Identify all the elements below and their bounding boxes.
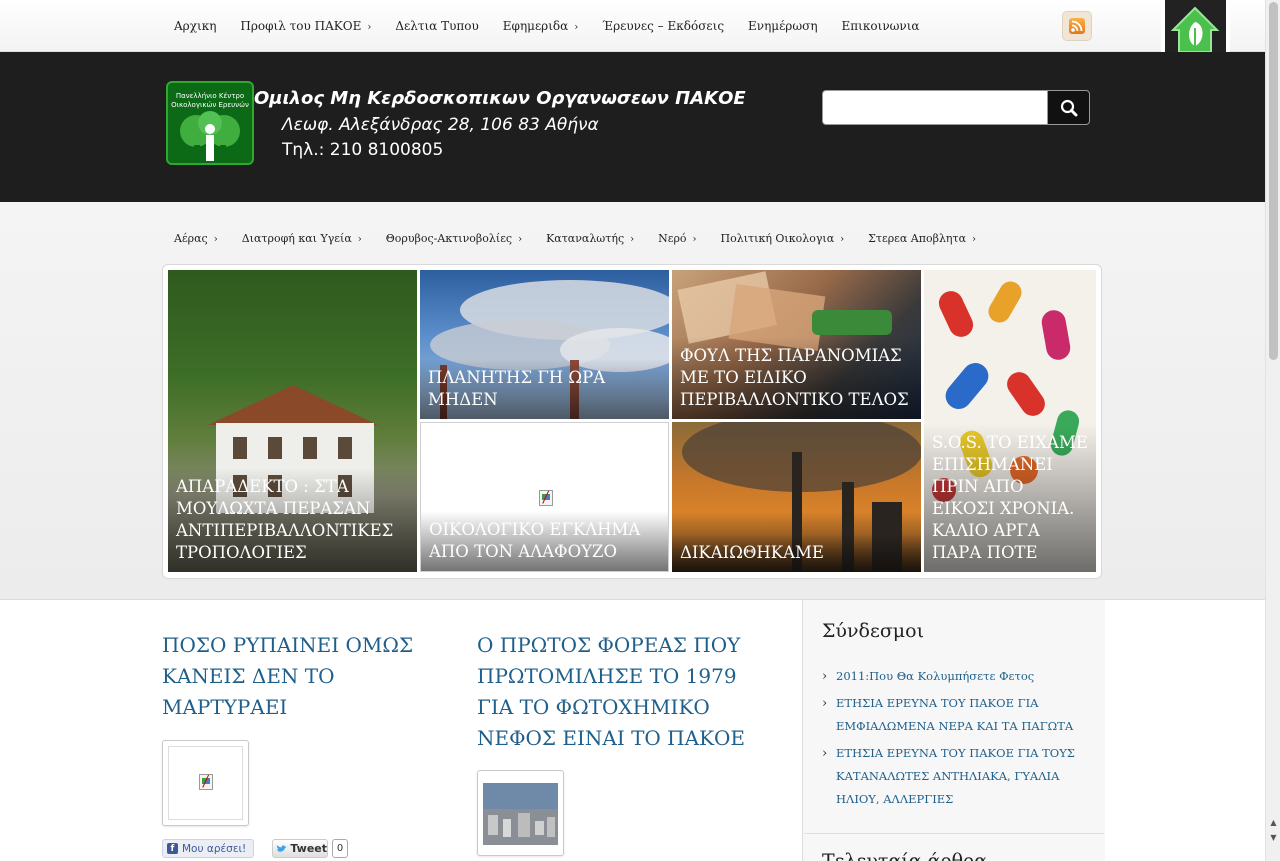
category-nutrition-health[interactable]: Διατροφή και Υγεία › — [230, 232, 374, 245]
vertical-scrollbar[interactable]: ▲ ▼ — [1265, 0, 1280, 861]
post-title-link[interactable]: ΠΟΣΟ ΡΥΠΑΙΝΕΙ ΟΜΩΣ ΚΑΝΕΙΣ ΔΕΝ ΤΟ ΜΑΡΤΥΡΑ… — [162, 630, 422, 723]
site-address: Λεωφ. Αλεξάνδρας 28, 106 83 Αθήνα — [282, 115, 599, 135]
category-consumer[interactable]: Καταναλωτής › — [534, 232, 646, 245]
featured-tile[interactable]: ΦΟΥΛ ΤΗΣ ΠΑΡΑΝΟΜΙΑΣ ΜΕ ΤΟ ΕΙΔΙΚΟ ΠΕΡΙΒΑΛ… — [672, 270, 921, 419]
top-navigation-bar: Αρχικη Προφιλ του ΠΑΚΟΕ › Δελτια Τυπου Εφ… — [0, 0, 1265, 52]
rss-feed-button[interactable] — [1062, 11, 1092, 41]
top-nav-item-home[interactable]: Αρχικη — [162, 19, 228, 33]
featured-tile[interactable]: ΟΙΚΟΛΟΓΙΚΟ ΕΓΚΛΗΜΑ ΑΠΟ ΤΟΝ ΑΛΑΦΟΥΖΟ — [420, 422, 669, 572]
sidebar-link[interactable]: ΕΤΗΣΙΑ ΕΡΕΥΝΑ ΤΟΥ ΠΑΚΟΕ ΓΙΑ ΕΜΦΙΑΛΩΜΕΝΑ … — [822, 692, 1102, 738]
chevron-right-icon: › — [692, 233, 697, 245]
top-nav-item-profile[interactable]: Προφιλ του ΠΑΚΟΕ › — [228, 19, 383, 33]
site-logo[interactable]: Πανελλήνιο Κέντρο Οικολογικών Ερευνών — [166, 81, 254, 165]
search-button[interactable] — [1047, 90, 1090, 125]
scroll-down-arrow-icon[interactable]: ▼ — [1266, 831, 1280, 845]
twitter-bird-icon — [276, 844, 287, 852]
category-nav: Αέρας › Διατροφή και Υγεία › Θορυβος-Ακτιν… — [162, 228, 988, 248]
chevron-right-icon: › — [367, 22, 372, 33]
search-icon — [1060, 99, 1077, 116]
featured-tile[interactable]: ΑΠΑΡΑΔΕΚΤΟ : ΣΤΑ ΜΟΥΛΩΧΤΑ ΠΕΡΑΣΑΝ ΑΝΤΙΠΕ… — [168, 270, 417, 572]
top-nav-item-research[interactable]: Έρευνες – Εκδόσεις — [590, 19, 736, 33]
featured-caption: ΠΛΑΝΗΤΗΣ ΓΗ ΩΡΑ ΜΗΔΕΝ — [420, 359, 669, 419]
sidebar-title: Σύνδεσμοι — [822, 620, 925, 642]
chevron-right-icon: › — [357, 233, 362, 245]
featured-tile[interactable]: ΔΙΚΑΙΩΘΗΚΑΜΕ — [672, 422, 921, 572]
top-nav-menu: Αρχικη Προφιλ του ΠΑΚΟΕ › Δελτια Τυπου Εφ… — [162, 0, 932, 52]
search-input[interactable] — [822, 90, 1048, 125]
facebook-like-button[interactable]: f Μου αρέσει! — [162, 839, 254, 858]
sidebar-link[interactable]: ΕΤΗΣΙΑ ΕΡΕΥΝΑ ΤΟΥ ΠΑΚΟΕ ΓΙΑ ΤΟΥΣ ΚΑΤΑΝΑΛ… — [822, 742, 1102, 811]
chevron-right-icon: › — [840, 233, 845, 245]
chevron-right-icon: › — [630, 233, 635, 245]
top-nav-item-newspaper[interactable]: Εφημεριδα › — [491, 19, 590, 33]
featured-caption: ΦΟΥΛ ΤΗΣ ΠΑΡΑΝΟΜΙΑΣ ΜΕ ΤΟ ΕΙΔΙΚΟ ΠΕΡΙΒΑΛ… — [672, 337, 921, 419]
home-leaf-icon — [1171, 6, 1220, 53]
tweet-count: 0 — [332, 839, 348, 858]
category-noise-radiation[interactable]: Θορυβος-Ακτινοβολίες › — [374, 232, 534, 245]
site-phone: Τηλ.: 210 8100805 — [282, 140, 444, 160]
featured-tile[interactable]: S.O.S. ΤΟ ΕΙΧΑΜΕ ΕΠΙΣΗΜΑΝΕΙ ΠΡΙΝ ΑΠΟ ΕΙΚ… — [924, 270, 1096, 572]
featured-tile[interactable]: ΠΛΑΝΗΤΗΣ ΓΗ ΩΡΑ ΜΗΔΕΝ — [420, 270, 669, 419]
featured-caption: ΑΠΑΡΑΔΕΚΤΟ : ΣΤΑ ΜΟΥΛΩΧΤΑ ΠΕΡΑΣΑΝ ΑΝΤΙΠΕ… — [168, 468, 417, 572]
featured-caption: S.O.S. ΤΟ ΕΙΧΑΜΕ ΕΠΙΣΗΜΑΝΕΙ ΠΡΙΝ ΑΠΟ ΕΙΚ… — [924, 424, 1096, 572]
scroll-up-arrow-icon[interactable]: ▲ — [1266, 816, 1280, 830]
post-title-link[interactable]: Ο ΠΡΩΤΟΣ ΦΟΡΕΑΣ ΠΟΥ ΠΡΩΤΟΜΙΛΗΣΕ ΤΟ 1979 … — [477, 630, 777, 754]
broken-image-icon — [199, 774, 213, 790]
category-political-ecology[interactable]: Πολιτική Οικολογια › — [709, 232, 857, 245]
sidebar-links: 2011:Που Θα Κολυμπήσετε Φετος ΕΤΗΣΙΑ ΕΡΕ… — [822, 665, 1102, 815]
city-smog-image — [483, 783, 558, 845]
category-water[interactable]: Νερό › — [646, 232, 708, 245]
facebook-icon: f — [167, 843, 178, 854]
rss-icon — [1069, 18, 1085, 34]
category-solid-waste[interactable]: Στερεα Αποβλητα › — [856, 232, 988, 245]
top-nav-item-contact[interactable]: Επικοινωνια — [830, 19, 932, 33]
post-thumbnail[interactable] — [162, 740, 249, 826]
logo-line-1: Πανελλήνιο Κέντρο — [175, 92, 245, 100]
site-header: Πανελλήνιο Κέντρο Οικολογικών Ερευνών Ομ… — [0, 52, 1265, 202]
logo-line-2: Οικολογικών Ερευνών — [171, 101, 249, 109]
broken-image-icon — [539, 490, 553, 506]
top-nav-item-press-releases[interactable]: Δελτια Τυπου — [383, 19, 490, 33]
tweet-button[interactable]: Tweet — [272, 839, 328, 858]
category-air[interactable]: Αέρας › — [162, 232, 230, 245]
scrollbar-thumb[interactable] — [1269, 2, 1278, 360]
chevron-right-icon: › — [213, 233, 218, 245]
tree-emblem-icon — [180, 111, 240, 161]
chevron-right-icon: › — [972, 233, 977, 245]
top-nav-item-news[interactable]: Ενημέρωση — [736, 19, 829, 33]
post-thumbnail[interactable] — [477, 770, 564, 856]
sidebar-next-title: Τελευταία άρθρα — [822, 850, 988, 861]
sidebar-link[interactable]: 2011:Που Θα Κολυμπήσετε Φετος — [822, 665, 1102, 688]
chevron-right-icon: › — [518, 233, 523, 245]
sidebar-divider — [804, 833, 1104, 834]
site-title: Ομιλος Μη Κερδοσκοπικων Οργανωσεων ΠΑΚΟΕ — [254, 88, 746, 109]
chevron-right-icon: › — [574, 22, 579, 33]
featured-caption: ΟΙΚΟΛΟΓΙΚΟ ΕΓΚΛΗΜΑ ΑΠΟ ΤΟΝ ΑΛΑΦΟΥΖΟ — [421, 511, 668, 571]
featured-caption: ΔΙΚΑΙΩΘΗΚΑΜΕ — [672, 534, 921, 572]
